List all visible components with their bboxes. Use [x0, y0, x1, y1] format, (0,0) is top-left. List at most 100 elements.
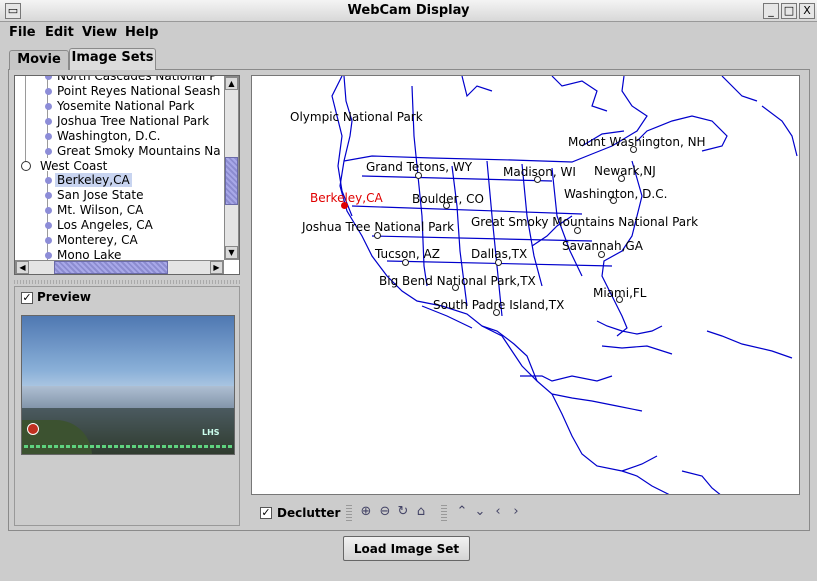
- menu-help[interactable]: Help: [125, 25, 158, 40]
- webcam-preview-image: LHS: [21, 315, 235, 455]
- menu-bar: File Edit View Help: [0, 22, 817, 44]
- preview-checkbox[interactable]: ✓: [21, 292, 33, 304]
- scroll-right-arrow-icon[interactable]: ▶: [210, 261, 223, 274]
- declutter-label: Declutter: [277, 506, 341, 520]
- map-marker-mount-washington[interactable]: [630, 146, 637, 153]
- leaf-node-icon: [45, 177, 52, 184]
- reset-zoom-icon[interactable]: ↻: [395, 504, 411, 519]
- tree-item-selected[interactable]: Berkeley,CA: [45, 173, 132, 188]
- scroll-left-arrow-icon[interactable]: ◀: [16, 261, 29, 274]
- tree-item[interactable]: Great Smoky Mountains Na: [45, 144, 221, 159]
- map-marker-great-smoky[interactable]: [574, 227, 581, 234]
- scroll-thumb[interactable]: [54, 261, 168, 274]
- toolbar-grip: [346, 505, 352, 521]
- window-title-bar: WebCam Display ▭ _ □ X: [0, 0, 817, 22]
- tree-item-label: San Jose State: [57, 188, 144, 202]
- image-set-tree[interactable]: North Cascades National P Point Reyes Na…: [14, 75, 240, 275]
- leaf-node-icon: [45, 222, 52, 229]
- tree-item-label: Monterey, CA: [57, 233, 138, 247]
- map-marker-dallas[interactable]: [495, 259, 502, 266]
- tree-item[interactable]: Point Reyes National Seash: [45, 84, 220, 99]
- window-menu-icon[interactable]: ▭: [5, 3, 21, 19]
- tree-horizontal-scrollbar[interactable]: ◀ ▶: [15, 260, 224, 274]
- map-marker-south-padre[interactable]: [493, 309, 500, 316]
- map-marker-joshua-tree[interactable]: [374, 232, 381, 239]
- tree-item[interactable]: Monterey, CA: [45, 233, 138, 248]
- scroll-thumb[interactable]: [225, 157, 238, 205]
- map-marker-berkeley-selected[interactable]: [341, 202, 348, 209]
- tree-item-label: Mt. Wilson, CA: [57, 203, 144, 217]
- home-icon[interactable]: ⌂: [413, 504, 429, 519]
- leaf-node-icon: [45, 103, 52, 110]
- window-title: WebCam Display: [347, 3, 470, 18]
- toolbar-grip: [441, 505, 447, 521]
- leaf-node-icon: [45, 118, 52, 125]
- map-marker-big-bend[interactable]: [452, 284, 459, 291]
- tree-item[interactable]: Los Angeles, CA: [45, 218, 153, 233]
- minimize-icon[interactable]: _: [763, 3, 779, 19]
- menu-view[interactable]: View: [82, 25, 117, 40]
- tree-folder-west-coast[interactable]: West Coast: [21, 159, 107, 174]
- map-marker-madison[interactable]: [534, 176, 541, 183]
- timestamp-overlay: [24, 445, 234, 448]
- tree-item-label: North Cascades National P: [57, 75, 217, 83]
- expand-toggle-icon[interactable]: [21, 161, 31, 171]
- pan-left-icon[interactable]: ‹: [490, 504, 506, 519]
- tree-vertical-scrollbar[interactable]: ▲ ▼: [224, 76, 239, 260]
- map-marker-newark[interactable]: [618, 175, 625, 182]
- tree-item[interactable]: Mt. Wilson, CA: [45, 203, 143, 218]
- leaf-node-icon: [45, 237, 52, 244]
- declutter-checkbox[interactable]: ✓: [260, 507, 272, 519]
- tree-item-label: Berkeley,CA: [55, 173, 132, 187]
- zoom-in-icon[interactable]: ⊕: [358, 504, 374, 519]
- menu-file[interactable]: File: [9, 25, 36, 40]
- scroll-down-arrow-icon[interactable]: ▼: [225, 246, 238, 259]
- tree-item-label: Joshua Tree National Park: [57, 114, 210, 128]
- leaf-node-icon: [45, 148, 52, 155]
- leaf-node-icon: [45, 207, 52, 214]
- tree-item[interactable]: San Jose State: [45, 188, 143, 203]
- tree-item-label: Los Angeles, CA: [57, 218, 153, 232]
- tree-item[interactable]: Yosemite National Park: [45, 99, 194, 114]
- tree-item-label: Yosemite National Park: [57, 99, 195, 113]
- scroll-up-arrow-icon[interactable]: ▲: [225, 77, 238, 90]
- logo-icon: [27, 423, 39, 435]
- menu-edit[interactable]: Edit: [45, 25, 74, 40]
- load-image-set-button[interactable]: Load Image Set: [343, 536, 470, 561]
- map-marker-grand-tetons[interactable]: [415, 172, 422, 179]
- map-marker-boulder[interactable]: [443, 202, 450, 209]
- tab-movie[interactable]: Movie: [9, 50, 69, 70]
- map-canvas[interactable]: Olympic National Park Mount Washington, …: [251, 75, 800, 495]
- leaf-node-icon: [45, 252, 52, 259]
- leaf-node-icon: [45, 192, 52, 199]
- map-label-olympic: Olympic National Park: [290, 110, 423, 124]
- sky: [22, 316, 234, 394]
- leaf-node-icon: [45, 88, 52, 95]
- tree-item-label: Point Reyes National Seash: [57, 84, 221, 98]
- maximize-icon[interactable]: □: [781, 3, 797, 19]
- map-label-newark: Newark,NJ: [594, 164, 656, 178]
- tree-folder-label: West Coast: [40, 159, 108, 173]
- map-marker-savannah[interactable]: [598, 251, 605, 258]
- pan-right-icon[interactable]: ›: [508, 504, 524, 519]
- preview-label: Preview: [37, 290, 92, 304]
- map-marker-tucson[interactable]: [402, 259, 409, 266]
- pan-up-icon[interactable]: ⌃: [454, 504, 470, 519]
- tree-item[interactable]: North Cascades National P: [45, 75, 217, 84]
- map-marker-washington-dc[interactable]: [610, 197, 617, 204]
- tree-item[interactable]: Washington, D.C.: [45, 129, 160, 144]
- tree-item[interactable]: Joshua Tree National Park: [45, 114, 209, 129]
- map-label-great-smoky: Great Smoky Mountains National Park: [471, 215, 699, 229]
- split-pane-divider[interactable]: [14, 280, 240, 284]
- leaf-node-icon: [45, 76, 52, 80]
- leaf-node-icon: [45, 133, 52, 140]
- map-marker-miami[interactable]: [616, 296, 623, 303]
- tab-image-sets[interactable]: Image Sets: [69, 48, 156, 70]
- zoom-out-icon[interactable]: ⊖: [377, 504, 393, 519]
- pan-down-icon[interactable]: ⌄: [472, 504, 488, 519]
- lhs-logo: LHS: [202, 428, 220, 437]
- tree-item-label: Washington, D.C.: [57, 129, 161, 143]
- close-icon[interactable]: X: [799, 3, 815, 19]
- map-toolbar: ✓ Declutter ⊕ ⊖ ↻ ⌂ ⌃ ⌄ ‹ ›: [251, 501, 800, 525]
- tree-item-label: Great Smoky Mountains Na: [57, 144, 221, 158]
